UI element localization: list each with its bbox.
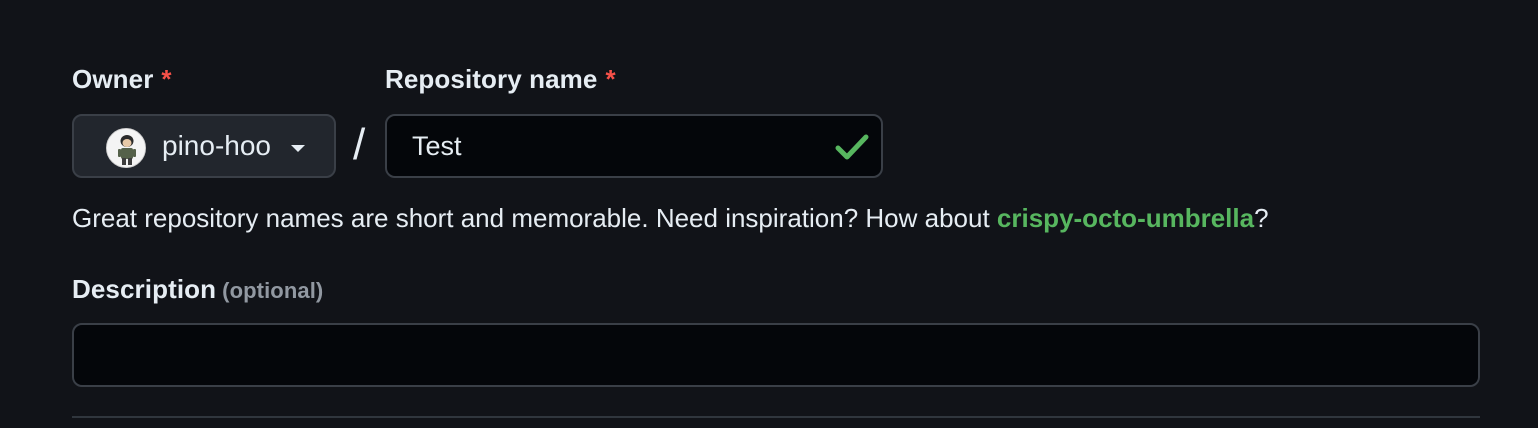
suggested-name-link[interactable]: crispy-octo-umbrella <box>997 203 1254 233</box>
description-label-text: Description <box>72 274 217 304</box>
description-input[interactable] <box>72 323 1480 387</box>
hint-prefix: Great repository names are short and mem… <box>72 203 997 233</box>
caret-down-icon <box>291 145 305 152</box>
repository-name-label: Repository name * <box>385 64 616 95</box>
owner-label-text: Owner <box>72 64 154 94</box>
owner-required-mark: * <box>161 64 172 94</box>
hint-suffix: ? <box>1254 203 1269 233</box>
description-label: Description (optional) <box>72 274 323 305</box>
repository-name-label-text: Repository name <box>385 64 598 94</box>
check-icon <box>835 134 869 160</box>
owner-label: Owner * <box>72 64 172 95</box>
owner-name: pino-hoo <box>162 130 271 161</box>
repository-name-input[interactable] <box>387 116 827 176</box>
owner-repo-separator: / <box>353 120 366 169</box>
description-optional-note: (optional) <box>222 278 324 303</box>
repository-name-hint: Great repository names are short and mem… <box>72 203 1269 234</box>
create-repository-form: Owner * Repository name * pino-hoo / Tes… <box>72 0 1480 428</box>
section-divider <box>72 416 1480 418</box>
repository-name-required-mark: * <box>605 64 616 94</box>
repository-name-field <box>385 114 883 178</box>
user-avatar <box>106 128 146 168</box>
owner-select-button[interactable]: pino-hoo <box>72 114 336 178</box>
avatar-figure <box>107 129 145 167</box>
